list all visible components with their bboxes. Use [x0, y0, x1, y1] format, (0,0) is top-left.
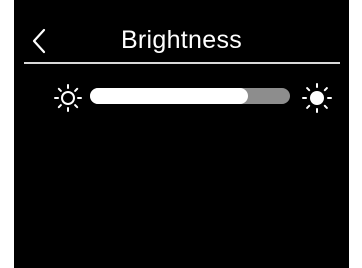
page-title: Brightness [120, 26, 243, 54]
header: Brightness [14, 0, 349, 62]
brightness-control [14, 76, 349, 116]
slider-fill [90, 88, 248, 104]
header-divider [24, 62, 340, 64]
sun-filled-icon[interactable] [301, 82, 333, 114]
brightness-slider[interactable] [90, 88, 290, 104]
sun-outline-icon[interactable] [52, 82, 84, 114]
brightness-screen: Brightness [14, 0, 349, 268]
